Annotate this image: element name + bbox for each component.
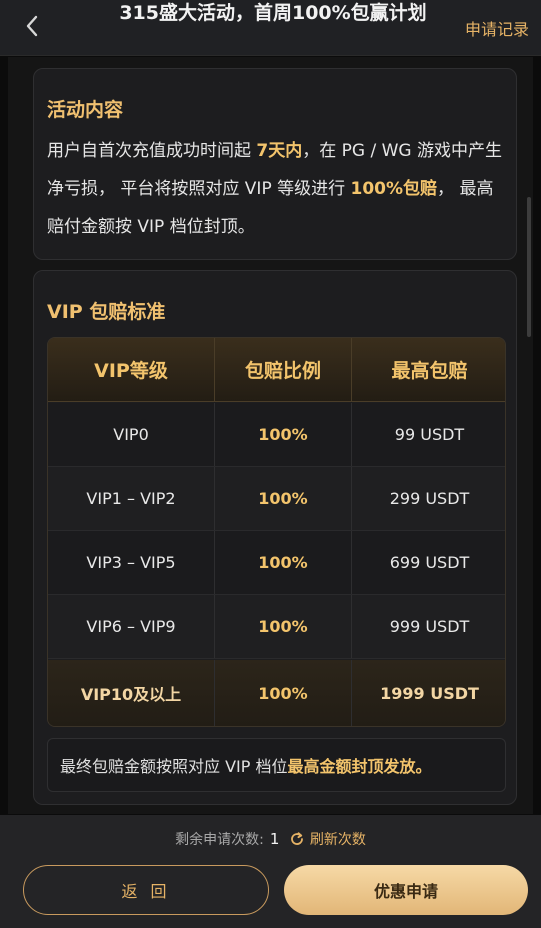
desc-text-1: 用户自首次充值成功时间起: [47, 141, 257, 161]
refresh-count-button[interactable]: 刷新次数: [285, 832, 366, 848]
header-ratio: 包赔比例: [215, 338, 352, 401]
payout-note: 最终包赔金额按照对应 VIP 档位 最高金额封顶发放。: [47, 738, 506, 792]
max-cell: 99 USDT: [394, 425, 465, 444]
bottom-bar: 剩余申请次数: 1 刷新次数 返 回 优惠申请: [0, 815, 541, 928]
remaining-info: 剩余申请次数: 1 刷新次数: [0, 829, 541, 849]
back-button[interactable]: 返 回: [23, 865, 269, 915]
scrollbar[interactable]: [527, 197, 531, 337]
desc-highlight-days: 7天内: [256, 141, 303, 161]
main-content: 活动内容 用户自首次充值成功时间起 7天内，在 PG / WG 游戏中产生净亏损…: [8, 57, 533, 814]
max-cell: 299 USDT: [389, 489, 470, 508]
remaining-count: 1: [269, 830, 280, 848]
page-title: 315盛大活动，首周100%包赢计划: [119, 2, 427, 24]
table-row-top-tier: VIP10及以上 100% 1999 USDT: [48, 660, 505, 726]
vip-level-cell: VIP1 – VIP2: [48, 467, 215, 530]
refresh-icon: [291, 832, 304, 845]
chevron-left-icon: [26, 15, 38, 37]
max-cell: 1999 USDT: [380, 683, 479, 703]
apply-button[interactable]: 优惠申请: [284, 865, 528, 915]
ratio-cell: 100%: [215, 595, 352, 658]
app-header: 315盛大活动，首周100%包赢计划 申请记录: [0, 0, 541, 56]
records-link[interactable]: 申请记录: [465, 16, 529, 40]
note-text: 最终包赔金额按照对应 VIP 档位: [60, 757, 288, 776]
table-row: VIP6 – VIP9 100% 999 USDT: [48, 595, 505, 659]
header-vip-level: VIP等级: [48, 338, 215, 401]
back-arrow-button[interactable]: [14, 12, 50, 40]
ratio-cell: 100%: [215, 531, 352, 594]
table-header-row: VIP等级 包赔比例 最高包赔: [48, 338, 505, 402]
ratio-cell: 100%: [215, 467, 352, 530]
remaining-label: 剩余申请次数:: [175, 832, 264, 848]
activity-title: 活动内容: [47, 99, 124, 121]
desc-highlight-refund: 100%包赔: [350, 179, 438, 199]
vip-level-cell: VIP6 – VIP9: [48, 595, 215, 658]
table-row: VIP3 – VIP5 100% 699 USDT: [48, 531, 505, 595]
header-max: 最高包赔: [391, 360, 468, 382]
refresh-label: 刷新次数: [309, 832, 366, 848]
table-row: VIP1 – VIP2 100% 299 USDT: [48, 467, 505, 531]
vip-level-cell: VIP0: [48, 403, 215, 466]
max-cell: 699 USDT: [389, 553, 470, 572]
vip-standard-title: VIP 包赔标准: [47, 301, 166, 323]
vip-standard-card: VIP 包赔标准 VIP等级 包赔比例 最高包赔 VIP0 100% 99 US…: [33, 270, 517, 805]
note-highlight: 最高金额封顶发放。: [287, 757, 432, 776]
vip-level-cell: VIP10及以上: [48, 660, 215, 726]
ratio-cell: 100%: [215, 403, 352, 466]
vip-table: VIP等级 包赔比例 最高包赔 VIP0 100% 99 USDT VIP1 –…: [47, 337, 506, 727]
vip-level-cell: VIP3 – VIP5: [48, 531, 215, 594]
ratio-cell: 100%: [215, 660, 352, 726]
activity-card: 活动内容 用户自首次充值成功时间起 7天内，在 PG / WG 游戏中产生净亏损…: [33, 68, 517, 260]
activity-description: 用户自首次充值成功时间起 7天内，在 PG / WG 游戏中产生净亏损， 平台将…: [47, 132, 507, 246]
max-cell: 999 USDT: [389, 617, 470, 636]
table-row: VIP0 100% 99 USDT: [48, 403, 505, 467]
